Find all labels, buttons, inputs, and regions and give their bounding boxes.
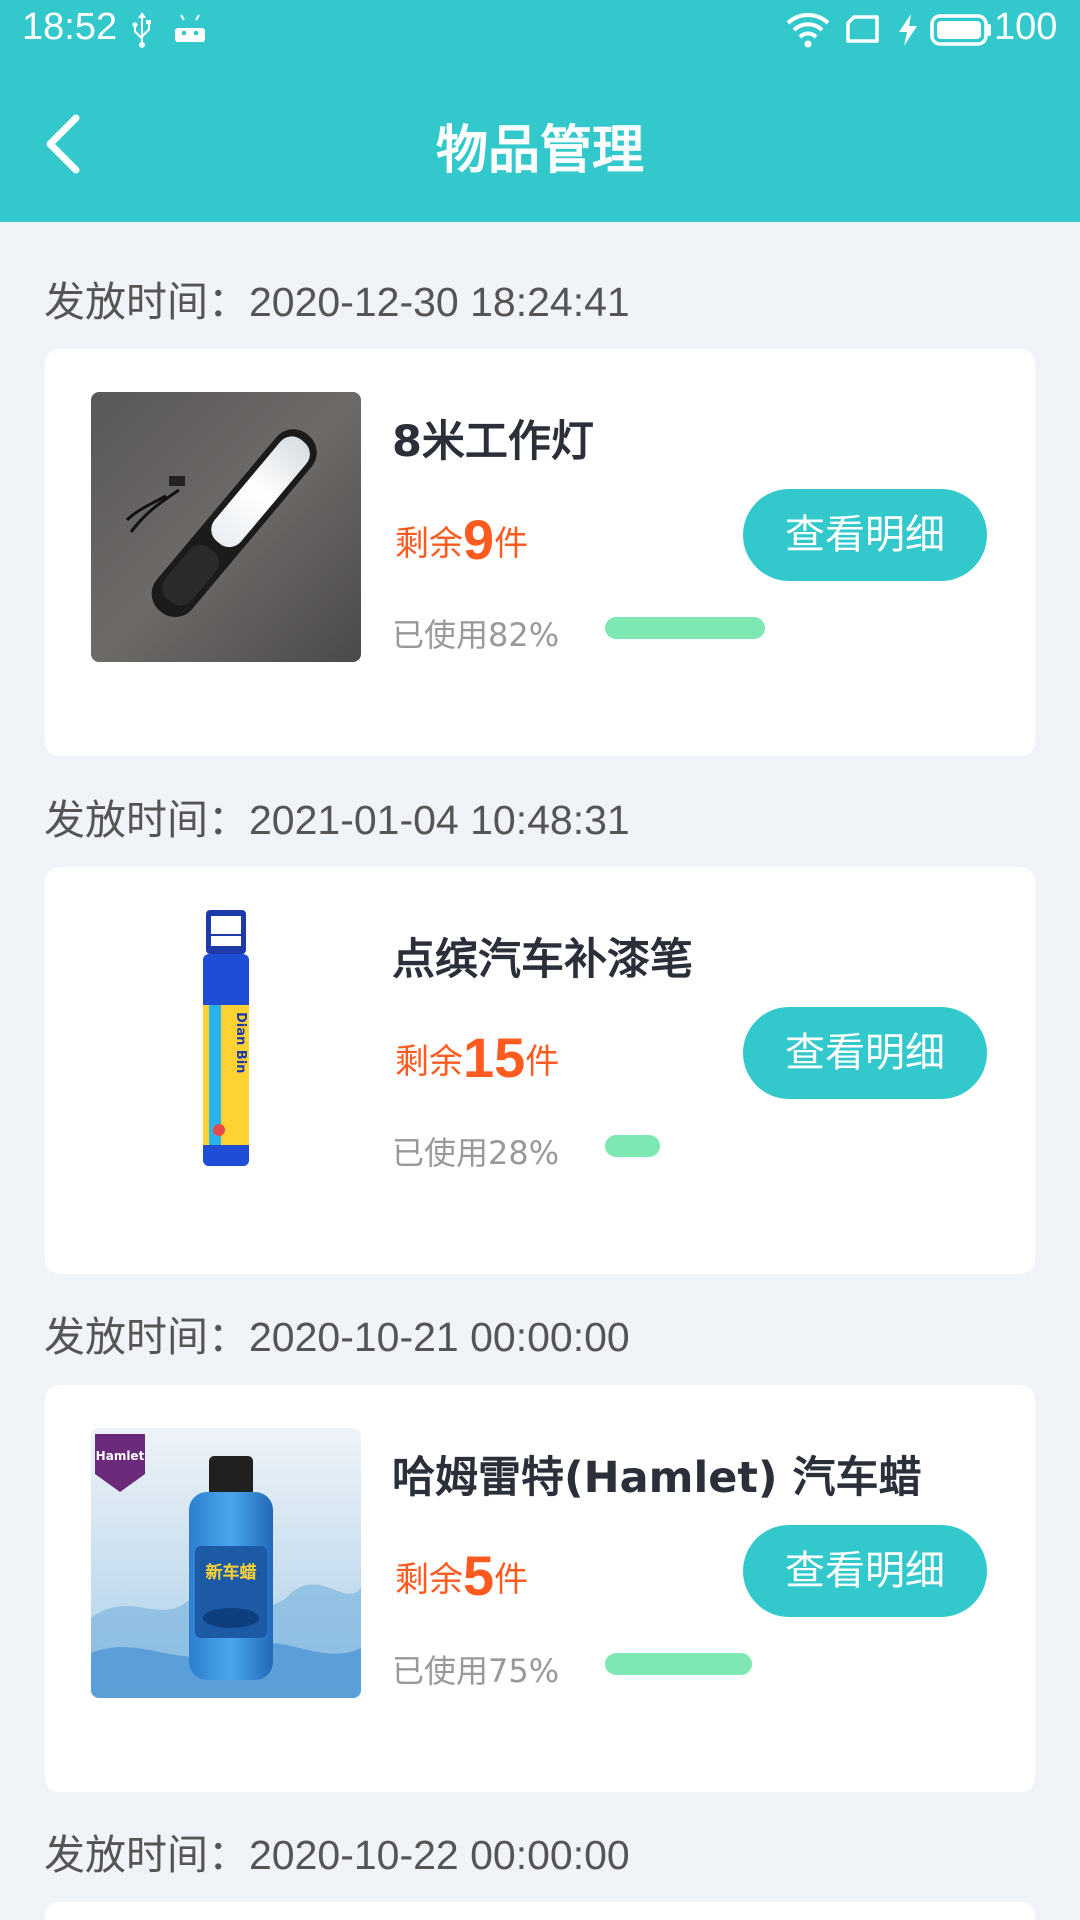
item-thumbnail-car-wax: Hamlet 新车蜡 bbox=[91, 1428, 361, 1698]
item-name: 点缤汽车补漆笔 bbox=[392, 935, 693, 985]
issue-date-row: 发放时间：2020-10-21 00:00:00 bbox=[44, 1303, 630, 1363]
battery-icon bbox=[930, 14, 991, 46]
issue-date-label: 发放时间： bbox=[44, 1831, 249, 1879]
wifi-icon bbox=[786, 13, 830, 48]
status-bar: 18:52 100 bbox=[0, 0, 1080, 60]
item-name: 哈姆雷特(Hamlet) 汽车蜡 bbox=[392, 1453, 922, 1503]
usage-progress-bar bbox=[605, 1135, 660, 1157]
issue-date-label: 发放时间： bbox=[44, 796, 249, 844]
item-card bbox=[45, 1902, 1035, 1920]
item-name: 8米工作灯 bbox=[392, 417, 594, 467]
issue-date-value: 2021-01-04 10:48:31 bbox=[249, 797, 630, 843]
issue-date-label: 发放时间： bbox=[44, 278, 249, 326]
wax-brand-text: Hamlet bbox=[96, 1449, 145, 1463]
view-details-button[interactable]: 查看明细 bbox=[743, 489, 987, 581]
view-details-button[interactable]: 查看明细 bbox=[743, 1007, 987, 1099]
usage-progress-bar bbox=[605, 617, 765, 639]
usb-icon bbox=[132, 12, 151, 48]
item-thumbnail-work-light bbox=[91, 392, 361, 662]
issue-date-value: 2020-10-22 00:00:00 bbox=[249, 1832, 630, 1878]
item-card: 8米工作灯 剩余9件 已使用82% 查看明细 bbox=[45, 349, 1035, 756]
android-icon bbox=[175, 14, 205, 42]
usage-progress-bar bbox=[605, 1653, 752, 1675]
app-header: 18:52 100 物品管理 bbox=[0, 0, 1080, 222]
issue-date-value: 2020-12-30 18:24:41 bbox=[249, 279, 630, 325]
item-thumbnail-touch-up-pen: Dian Bin bbox=[91, 910, 361, 1180]
usage-text: 已使用82% bbox=[392, 616, 560, 654]
remaining-unit: 件 bbox=[525, 1042, 560, 1082]
issue-date-value: 2020-10-21 00:00:00 bbox=[249, 1314, 630, 1360]
issue-date-row: 发放时间：2021-01-04 10:48:31 bbox=[44, 786, 630, 846]
page-title: 物品管理 bbox=[435, 121, 644, 181]
remaining-number: 15 bbox=[463, 1026, 526, 1089]
wax-bottle-text: 新车蜡 bbox=[206, 1562, 257, 1583]
issue-date-row: 发放时间：2020-10-22 00:00:00 bbox=[44, 1821, 630, 1881]
remaining-number: 5 bbox=[463, 1544, 495, 1607]
charging-icon bbox=[899, 14, 917, 46]
remaining-count: 剩余9件 bbox=[395, 507, 528, 572]
remaining-prefix: 剩余 bbox=[395, 1042, 463, 1082]
status-time: 18:52 bbox=[22, 6, 118, 48]
remaining-count: 剩余5件 bbox=[395, 1543, 528, 1608]
remaining-unit: 件 bbox=[494, 524, 529, 564]
view-details-button[interactable]: 查看明细 bbox=[743, 1525, 987, 1617]
remaining-unit: 件 bbox=[494, 1560, 529, 1600]
issue-date-row: 发放时间：2020-12-30 18:24:41 bbox=[44, 268, 630, 328]
item-card: Hamlet 新车蜡 哈姆雷特(Hamlet) 汽车蜡 剩余5件 已使用75% … bbox=[45, 1385, 1035, 1792]
remaining-prefix: 剩余 bbox=[395, 524, 463, 564]
battery-percent: 100 bbox=[994, 6, 1058, 48]
pen-brand-text: Dian Bin bbox=[233, 1012, 248, 1073]
usage-text: 已使用75% bbox=[392, 1652, 560, 1690]
issue-date-label: 发放时间： bbox=[44, 1313, 249, 1361]
item-card: Dian Bin 点缤汽车补漆笔 剩余15件 已使用28% 查看明细 bbox=[45, 867, 1035, 1274]
usage-text: 已使用28% bbox=[392, 1134, 560, 1172]
remaining-count: 剩余15件 bbox=[395, 1025, 559, 1090]
remaining-prefix: 剩余 bbox=[395, 1560, 463, 1600]
remaining-number: 9 bbox=[463, 508, 495, 571]
sim-icon bbox=[846, 15, 879, 43]
